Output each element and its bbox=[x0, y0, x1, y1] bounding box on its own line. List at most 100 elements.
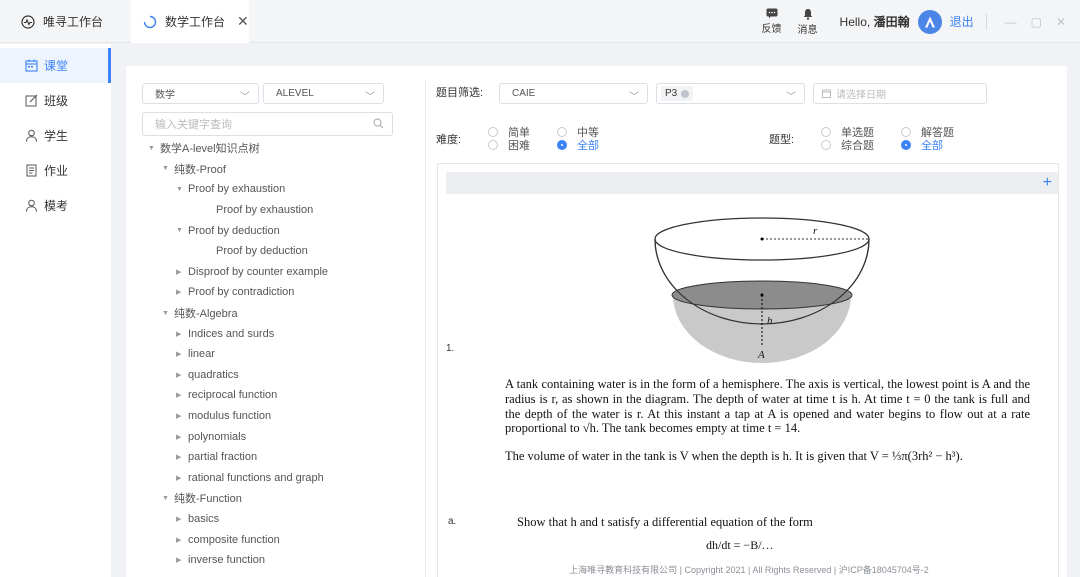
tree-node[interactable]: ▶ partial fraction bbox=[144, 447, 404, 468]
tree-node[interactable]: ▶ Disproof by counter example bbox=[144, 262, 404, 283]
paper-chip[interactable]: P3 bbox=[661, 86, 694, 101]
caret-down-icon[interactable]: ▼ bbox=[176, 186, 188, 193]
date-placeholder: 请选择日期 bbox=[836, 90, 886, 101]
radio-difficulty-hard[interactable]: 困难 bbox=[488, 137, 530, 153]
radio-dot bbox=[821, 140, 831, 150]
sidebar-item-students[interactable]: 学生 bbox=[0, 118, 111, 153]
sidebar-item-classroom[interactable]: 课堂 bbox=[0, 48, 111, 83]
tree-node[interactable]: ▶ composite function bbox=[144, 529, 404, 550]
messages-button[interactable]: 消息 bbox=[798, 8, 818, 36]
tab-home-workbench[interactable]: 唯寻工作台 bbox=[0, 0, 122, 43]
knowledge-tree: ▼ 数学A-level知识点树 ▼ 纯数-Proof ▼ Proof by exhaust… bbox=[144, 138, 404, 570]
tree-node-label: Proof by contradiction bbox=[188, 286, 295, 299]
search-placeholder: 输入关键字查询 bbox=[155, 119, 232, 131]
sidebar-item-label: 学生 bbox=[44, 129, 69, 143]
tree-node[interactable]: ▶ modulus function bbox=[144, 406, 404, 427]
caret-right-icon[interactable]: ▶ bbox=[176, 268, 188, 276]
tree-node[interactable]: ▶ inverse function bbox=[144, 550, 404, 571]
top-bar: 唯寻工作台 数学工作台 ✕ 反馈 消息 Hello, 潘田翰 退出 — ▢ ✕ bbox=[0, 0, 1080, 43]
tree-node[interactable]: ▶ linear bbox=[144, 344, 404, 365]
tree-node[interactable]: ▼ Proof by deduction bbox=[144, 220, 404, 241]
loading-icon bbox=[143, 15, 157, 29]
search-icon bbox=[373, 118, 384, 132]
caret-right-icon[interactable]: ▶ bbox=[176, 288, 188, 296]
chevron-down-icon: ﹀ bbox=[786, 92, 796, 103]
radio-dot bbox=[557, 127, 567, 137]
tree-node[interactable]: ▼ Proof by exhaustion bbox=[144, 179, 404, 200]
sidebar-item-homework[interactable]: 作业 bbox=[0, 153, 111, 188]
calendar-icon bbox=[822, 89, 831, 98]
username: 潘田翰 bbox=[873, 15, 910, 29]
part-label: a. bbox=[448, 516, 457, 527]
tree-node[interactable]: Proof by deduction bbox=[144, 241, 404, 262]
caret-right-icon[interactable]: ▶ bbox=[176, 330, 188, 338]
date-picker[interactable]: 请选择日期 bbox=[813, 83, 987, 104]
tree-node[interactable]: ▶ rational functions and graph bbox=[144, 468, 404, 489]
caret-down-icon[interactable]: ▼ bbox=[162, 165, 174, 172]
feedback-button[interactable]: 反馈 bbox=[762, 8, 782, 35]
hemisphere-diagram: r h A bbox=[654, 217, 870, 363]
tab-math-label: 数学工作台 bbox=[165, 15, 226, 29]
caret-right-icon[interactable]: ▶ bbox=[176, 453, 188, 461]
avatar[interactable] bbox=[917, 9, 942, 34]
tree-node[interactable]: ▶ quadratics bbox=[144, 365, 404, 386]
tree-node[interactable]: ▼ 纯数-Proof bbox=[144, 159, 404, 180]
tab-math-workbench[interactable]: 数学工作台 ✕ bbox=[131, 0, 249, 43]
sidebar-item-mock-exam[interactable]: 模考 bbox=[0, 188, 111, 223]
radio-type-comprehensive[interactable]: 综合题 bbox=[821, 137, 874, 153]
paper-select[interactable]: P3 ﹀ bbox=[656, 83, 805, 104]
close-window-icon[interactable]: ✕ bbox=[1056, 15, 1066, 29]
radio-dot bbox=[488, 127, 498, 137]
radio-dot bbox=[821, 127, 831, 137]
tree-node[interactable]: Proof by exhaustion bbox=[144, 200, 404, 221]
add-question-button[interactable]: + bbox=[1043, 172, 1052, 194]
caret-down-icon[interactable]: ▼ bbox=[162, 310, 174, 317]
question-toolbar: + bbox=[446, 172, 1058, 194]
tree-node[interactable]: ▼ 纯数-Function bbox=[144, 488, 404, 509]
sidebar-item-class[interactable]: 班级 bbox=[0, 83, 111, 118]
caret-right-icon[interactable]: ▶ bbox=[176, 412, 188, 420]
minimize-icon[interactable]: — bbox=[1005, 15, 1017, 29]
caret-right-icon[interactable]: ▶ bbox=[176, 391, 188, 399]
level-select[interactable]: ALEVEL ﹀ bbox=[263, 83, 384, 104]
tree-node-label: inverse function bbox=[188, 554, 266, 567]
search-input[interactable]: 输入关键字查询 bbox=[142, 112, 393, 136]
radio-difficulty-all[interactable]: 全部 bbox=[557, 137, 599, 153]
radio-type-all[interactable]: 全部 bbox=[901, 137, 943, 153]
caret-down-icon[interactable]: ▼ bbox=[148, 145, 160, 152]
tree-node[interactable]: ▼ 纯数-Algebra bbox=[144, 303, 404, 324]
logout-link[interactable]: 退出 bbox=[950, 13, 974, 30]
greeting: Hello, 潘田翰 bbox=[840, 13, 910, 30]
caret-right-icon[interactable]: ▶ bbox=[176, 474, 188, 482]
caret-down-icon[interactable]: ▼ bbox=[176, 227, 188, 234]
tree-node[interactable]: ▼ 数学A-level知识点树 bbox=[144, 138, 404, 159]
tree-node-label: reciprocal function bbox=[188, 389, 278, 402]
tree-node[interactable]: ▶ reciprocal function bbox=[144, 385, 404, 406]
tree-node[interactable]: ▶ basics bbox=[144, 509, 404, 530]
tree-node-label: 纯数-Function bbox=[174, 493, 242, 506]
logo-a-icon bbox=[924, 16, 935, 27]
subject-select[interactable]: 数学 ﹀ bbox=[142, 83, 259, 104]
caret-down-icon[interactable]: ▼ bbox=[162, 495, 174, 502]
tree-node[interactable]: ▶ Proof by contradiction bbox=[144, 282, 404, 303]
maximize-icon[interactable]: ▢ bbox=[1031, 15, 1042, 29]
tree-node-label: Disproof by counter example bbox=[188, 265, 329, 278]
caret-right-icon[interactable]: ▶ bbox=[176, 371, 188, 379]
tree-node-label: quadratics bbox=[188, 368, 239, 381]
tree-node[interactable]: ▶ Indices and surds bbox=[144, 323, 404, 344]
chip-close-icon[interactable] bbox=[681, 89, 690, 98]
tree-node[interactable]: ▶ polynomials bbox=[144, 426, 404, 447]
caret-right-icon[interactable]: ▶ bbox=[176, 350, 188, 358]
caret-right-icon[interactable]: ▶ bbox=[176, 536, 188, 544]
caret-right-icon[interactable]: ▶ bbox=[176, 433, 188, 441]
tree-node-label: basics bbox=[188, 512, 220, 525]
radio-label: 困难 bbox=[508, 140, 530, 152]
chat-icon bbox=[766, 8, 778, 19]
caret-right-icon[interactable]: ▶ bbox=[176, 556, 188, 564]
board-select[interactable]: CAIE ﹀ bbox=[499, 83, 648, 104]
divider bbox=[985, 13, 987, 30]
close-icon[interactable]: ✕ bbox=[237, 13, 249, 30]
caret-right-icon[interactable]: ▶ bbox=[176, 515, 188, 523]
sidebar-item-label: 班级 bbox=[44, 94, 69, 108]
edit-icon bbox=[24, 94, 38, 108]
